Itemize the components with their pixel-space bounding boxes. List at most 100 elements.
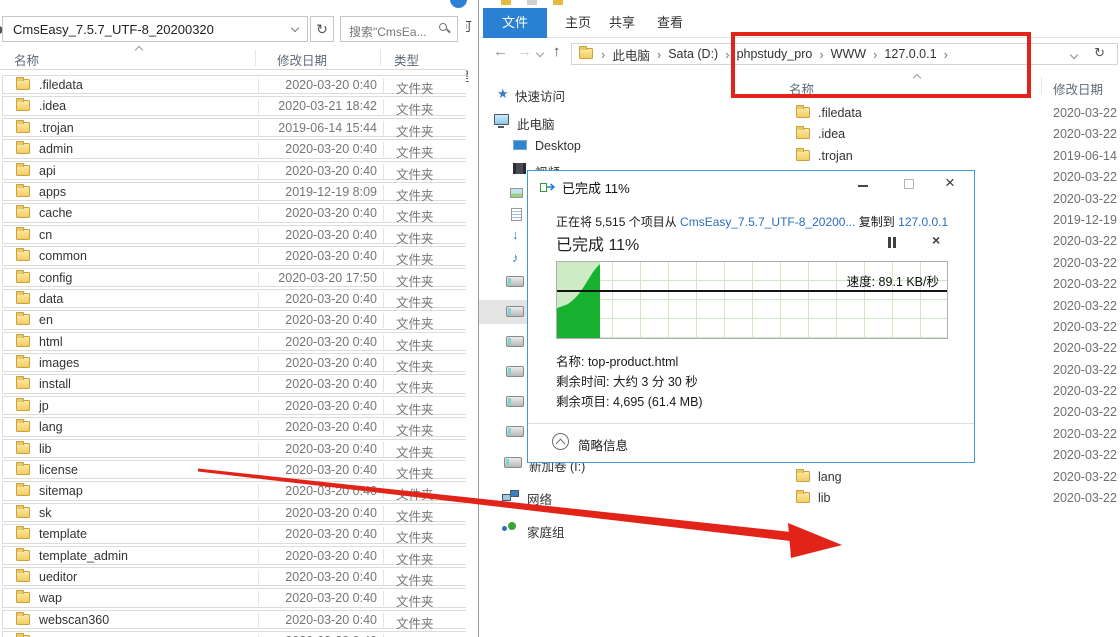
details-toggle[interactable]: 简略信息 (578, 435, 628, 454)
archive-path-combobox[interactable]: CmsEasy_7.5.7_UTF-8_20200320 (2, 16, 308, 42)
file-date: 2020-03-22 (1053, 320, 1117, 334)
file-row[interactable]: apps 2019-12-19 8:09 文件夹 (2, 182, 466, 201)
close-icon[interactable]: × (945, 173, 955, 193)
maximize-icon[interactable] (904, 179, 914, 189)
column-header-type[interactable]: 类型 (394, 50, 419, 69)
tab-share[interactable]: 共享 (609, 8, 635, 38)
file-row[interactable]: .filedata 2020-03-22 (781, 104, 1119, 123)
drive-icon[interactable] (506, 336, 524, 347)
file-date: 2020-03-20 0:40 (258, 249, 383, 264)
file-row[interactable]: jp 2020-03-20 0:40 文件夹 (2, 396, 466, 415)
file-row[interactable]: 说明附件 此文件夹不要上传 2020-03-20 0:40 文件夹 (2, 631, 466, 637)
file-row[interactable]: lang 2020-03-20 0:40 文件夹 (2, 417, 466, 436)
drive-icon[interactable] (506, 306, 524, 317)
tab-file[interactable]: 文件 (483, 8, 547, 38)
file-name: lib (39, 442, 52, 456)
back-icon[interactable]: ← (493, 38, 508, 66)
file-date: 2020-03-20 0:40 (258, 506, 383, 521)
tab-home[interactable]: 主页 (565, 8, 591, 38)
file-row[interactable]: install 2020-03-20 0:40 文件夹 (2, 374, 466, 393)
time-remaining: 剩余时间: 大约 3 分 30 秒 (556, 371, 698, 390)
file-row[interactable]: .trojan 2019-06-14 15:44 文件夹 (2, 118, 466, 137)
file-row[interactable]: wap 2020-03-20 0:40 文件夹 (2, 588, 466, 607)
breadcrumb-item[interactable]: 此电脑 (608, 45, 654, 64)
search-icon[interactable] (439, 23, 447, 31)
file-row[interactable]: admin 2020-03-20 0:40 文件夹 (2, 139, 466, 158)
chevron-down-icon[interactable] (536, 49, 544, 57)
source-folder-link[interactable]: CmsEasy_7.5.7_UTF-8_20200... (680, 215, 855, 229)
file-row[interactable]: ueditor 2020-03-20 0:40 文件夹 (2, 567, 466, 586)
file-row[interactable]: cn 2020-03-20 0:40 文件夹 (2, 225, 466, 244)
sidebar-item-quick-access[interactable]: 快速访问 (515, 86, 565, 105)
folder-icon (16, 400, 30, 411)
file-row[interactable]: config 2020-03-20 17:50 文件夹 (2, 268, 466, 287)
file-row[interactable]: lang 2020-03-22 (781, 468, 1119, 487)
minimize-icon[interactable] (858, 185, 868, 187)
breadcrumb-item[interactable]: WWW (827, 47, 870, 61)
cancel-icon[interactable]: × (932, 232, 940, 248)
sidebar-item-desktop[interactable]: Desktop (535, 139, 581, 153)
column-header-name[interactable]: 名称 (14, 50, 39, 69)
file-row[interactable]: license 2020-03-20 0:40 文件夹 (2, 460, 466, 479)
file-row[interactable]: sk 2020-03-20 0:40 文件夹 (2, 503, 466, 522)
folder-icon (16, 421, 30, 432)
file-row[interactable]: html 2020-03-20 0:40 文件夹 (2, 332, 466, 351)
file-row[interactable]: .idea 2020-03-21 18:42 文件夹 (2, 96, 466, 115)
file-row[interactable]: lib 2020-03-20 0:40 文件夹 (2, 439, 466, 458)
file-row[interactable]: cache 2020-03-20 0:40 文件夹 (2, 203, 466, 222)
tab-view[interactable]: 查看 (657, 8, 683, 38)
documents-icon[interactable] (511, 208, 522, 221)
music-icon[interactable]: ♪ (512, 250, 519, 265)
target-folder-link[interactable]: 127.0.0.1 (898, 215, 948, 229)
file-row[interactable]: common 2020-03-20 0:40 文件夹 (2, 246, 466, 265)
column-header-date[interactable]: 修改日期 (277, 50, 327, 69)
file-date: 2020-03-22 (1053, 192, 1117, 206)
breadcrumb-item[interactable]: 127.0.0.1 (880, 47, 940, 61)
breadcrumb-item[interactable]: Sata (D:) (664, 47, 722, 61)
file-row[interactable]: webscan360 2020-03-20 0:40 文件夹 (2, 610, 466, 629)
chevron-down-icon[interactable] (291, 24, 299, 32)
file-date: 2020-03-20 0:40 (258, 313, 383, 328)
refresh-icon[interactable]: ↻ (1094, 45, 1105, 61)
chevron-up-circle-icon[interactable] (552, 433, 569, 450)
chevron-down-icon[interactable] (1070, 51, 1078, 59)
breadcrumb-item[interactable]: phpstudy_pro (733, 47, 817, 61)
file-type: 文件夹 (383, 142, 466, 157)
file-row[interactable]: .idea 2020-03-22 (781, 125, 1119, 144)
file-date: 2020-03-22 (1053, 405, 1117, 419)
file-date: 2020-03-22 (1053, 363, 1117, 377)
drive-icon[interactable] (506, 276, 524, 287)
title-bar-icon-fragment[interactable] (527, 0, 537, 5)
column-header-name[interactable]: 名称 (789, 79, 814, 98)
file-row[interactable]: .filedata 2020-03-20 0:40 文件夹 (2, 75, 466, 94)
search-input[interactable]: 搜索"CmsEa... (340, 16, 458, 42)
sidebar-item-network[interactable]: 网络 (527, 489, 552, 508)
file-row[interactable]: .trojan 2019-06-14 (781, 147, 1119, 166)
file-row[interactable]: images 2020-03-20 0:40 文件夹 (2, 353, 466, 372)
file-date: 2020-03-20 17:50 (258, 271, 383, 286)
file-row[interactable]: template 2020-03-20 0:40 文件夹 (2, 524, 466, 543)
sidebar-item-this-pc[interactable]: 此电脑 (517, 114, 555, 133)
sidebar-item-homegroup[interactable]: 家庭组 (527, 522, 565, 541)
title-bar-icon-fragment[interactable] (553, 0, 563, 5)
refresh-button[interactable]: ↻ (310, 16, 334, 42)
folder-icon (16, 614, 30, 625)
file-row[interactable]: en 2020-03-20 0:40 文件夹 (2, 310, 466, 329)
downloads-icon[interactable]: ↓ (512, 227, 519, 242)
column-header-date[interactable]: 修改日期 (1053, 79, 1103, 98)
up-icon[interactable]: ↑ (553, 38, 561, 66)
drive-icon[interactable] (506, 426, 524, 437)
file-row[interactable]: sitemap 2020-03-20 0:40 文件夹 (2, 481, 466, 500)
file-row[interactable]: template_admin 2020-03-20 0:40 文件夹 (2, 546, 466, 565)
file-row[interactable]: data 2020-03-20 0:40 文件夹 (2, 289, 466, 308)
drive-icon[interactable] (506, 396, 524, 407)
breadcrumb-separator-icon: › (941, 47, 951, 62)
file-row[interactable]: api 2020-03-20 0:40 文件夹 (2, 161, 466, 180)
pause-icon[interactable] (888, 237, 896, 248)
forward-icon[interactable]: → (517, 38, 532, 66)
address-bar[interactable]: › 此电脑 › Sata (D:) › phpstudy_pro › WWW ›… (571, 43, 1118, 65)
title-bar-icon-fragment[interactable] (501, 0, 511, 5)
drive-icon[interactable] (506, 366, 524, 377)
file-row[interactable]: lib 2020-03-22 (781, 489, 1119, 508)
pictures-icon[interactable] (510, 188, 523, 198)
